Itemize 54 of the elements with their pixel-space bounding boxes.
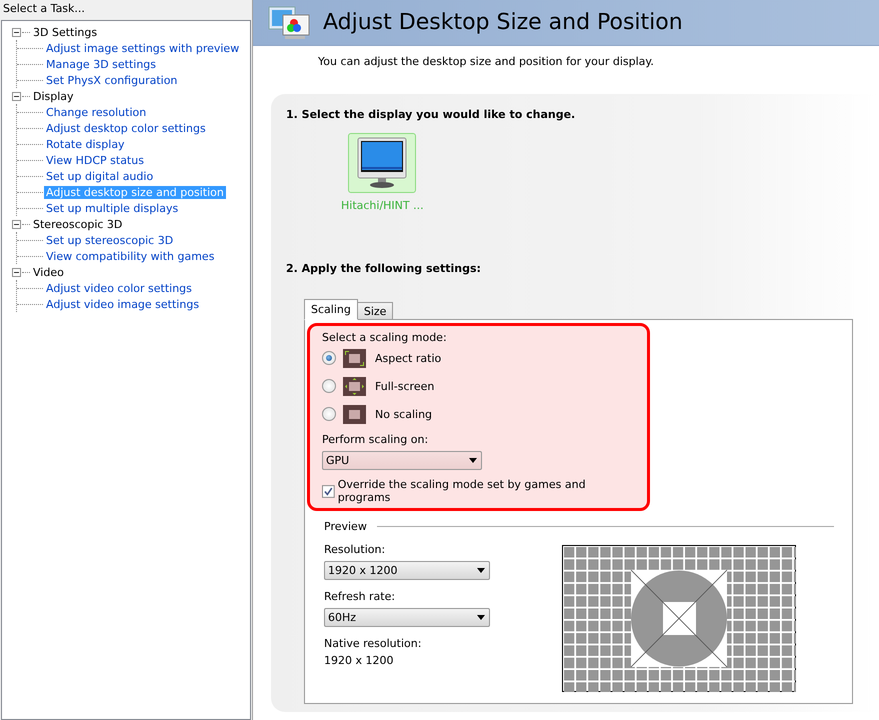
radio-button[interactable] xyxy=(322,379,336,393)
tab[interactable]: Scaling xyxy=(304,299,358,320)
caret-icon xyxy=(469,458,477,463)
field-label: Resolution: xyxy=(324,543,386,556)
field-label: Select a scaling mode: xyxy=(322,331,448,344)
task-link[interactable]: Set up stereoscopic 3D xyxy=(44,234,176,246)
caret-icon xyxy=(477,615,485,620)
task-link[interactable]: Manage 3D settings xyxy=(44,58,158,70)
task-link[interactable]: Adjust video color settings xyxy=(44,282,194,294)
tree-node[interactable]: Stereoscopic 3D xyxy=(31,218,124,230)
field-label: Native resolution: xyxy=(324,637,422,650)
field-label: Perform scaling on: xyxy=(322,433,430,446)
field-label: Refresh rate: xyxy=(324,590,396,603)
caret-icon xyxy=(477,568,485,573)
page-title: Adjust Desktop Size and Position xyxy=(323,10,683,35)
task-link[interactable]: Set up multiple displays xyxy=(44,202,180,214)
page-description: You can adjust the desktop size and position for your display. xyxy=(318,55,655,68)
display-tile[interactable] xyxy=(348,133,416,193)
option-label[interactable]: Full-screen xyxy=(375,380,434,392)
tree-node[interactable]: 3D Settings xyxy=(31,26,100,38)
monitor-icon xyxy=(357,137,408,189)
task-link[interactable]: View compatibility with games xyxy=(44,250,216,262)
task-link[interactable]: Rotate display xyxy=(44,138,127,150)
section-heading: 1. Select the display you would like to change. xyxy=(286,108,576,121)
task-link[interactable]: Change resolution xyxy=(44,106,148,118)
scaling-mode-icon xyxy=(343,404,366,424)
task-link[interactable]: Adjust video image settings xyxy=(44,298,202,310)
dropdown[interactable]: 1920 x 1200 xyxy=(324,561,490,580)
option-label[interactable]: No scaling xyxy=(375,408,432,420)
task-link[interactable]: View HDCP status xyxy=(44,154,146,166)
tree-node[interactable]: Display xyxy=(31,90,76,102)
tree-node[interactable]: Video xyxy=(31,266,66,278)
option-label[interactable]: Aspect ratio xyxy=(375,352,442,364)
radio-button[interactable] xyxy=(322,407,336,421)
task-link[interactable]: Adjust image settings with preview xyxy=(44,42,242,54)
panel-title: Select a Task... xyxy=(2,1,86,17)
task-link[interactable]: Set PhysX configuration xyxy=(44,74,180,86)
task-link[interactable]: Set up digital audio xyxy=(44,170,156,182)
task-link[interactable]: Adjust desktop color settings xyxy=(44,122,208,134)
collapse-icon[interactable] xyxy=(12,92,21,100)
display-name: Hitachi/HINT ... xyxy=(341,199,424,212)
group-label: Preview xyxy=(324,520,367,533)
dropdown[interactable]: 60Hz xyxy=(324,608,490,627)
section-heading: 2. Apply the following settings: xyxy=(286,262,482,275)
checkbox[interactable] xyxy=(322,484,335,498)
collapse-icon[interactable] xyxy=(12,268,21,276)
collapse-icon[interactable] xyxy=(12,220,21,228)
checkbox-label[interactable]: Override the scaling mode set by games and programs xyxy=(338,478,635,504)
scaling-mode-icon xyxy=(343,376,366,396)
dropdown[interactable]: GPU xyxy=(322,451,482,470)
scaling-mode-icon xyxy=(343,348,366,368)
radio-button[interactable] xyxy=(322,351,336,365)
native-resolution-value: 1920 x 1200 xyxy=(324,654,394,667)
collapse-icon[interactable] xyxy=(12,28,21,36)
